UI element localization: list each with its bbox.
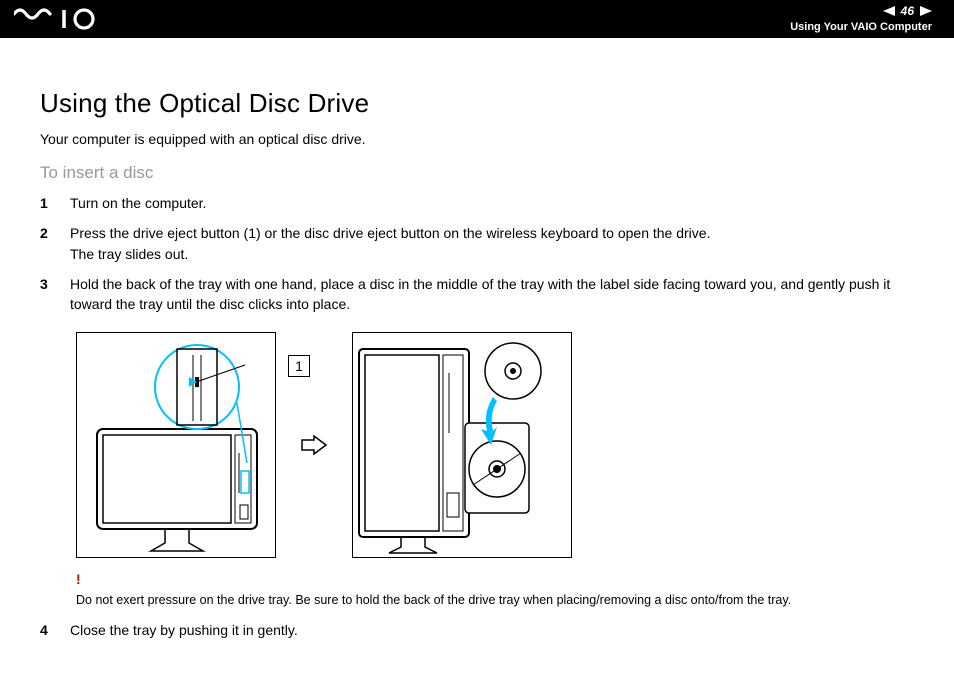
illustration-2 bbox=[352, 332, 572, 558]
step-line: Press the drive eject button (1) or the … bbox=[70, 225, 710, 241]
step-text: Turn on the computer. bbox=[70, 193, 914, 213]
steps-list-cont: 4 Close the tray by pushing it in gently… bbox=[40, 620, 914, 640]
step-1: 1 Turn on the computer. bbox=[40, 193, 914, 213]
caution-note: ! Do not exert pressure on the drive tra… bbox=[76, 570, 914, 609]
step-text: Close the tray by pushing it in gently. bbox=[70, 620, 914, 640]
page-title: Using the Optical Disc Drive bbox=[40, 88, 914, 119]
caution-icon: ! bbox=[76, 570, 914, 590]
subheading: To insert a disc bbox=[40, 163, 914, 183]
header-bar: 46 Using Your VAIO Computer bbox=[0, 0, 954, 38]
intro-text: Your computer is equipped with an optica… bbox=[40, 131, 914, 147]
nav-next-arrow[interactable] bbox=[920, 6, 932, 16]
step-number: 3 bbox=[40, 274, 70, 294]
illustration-row: 1 bbox=[76, 332, 914, 558]
arrow-icon bbox=[300, 434, 328, 456]
illustration-1: 1 bbox=[76, 332, 276, 558]
callout-label: 1 bbox=[288, 355, 310, 377]
caution-text: Do not exert pressure on the drive tray.… bbox=[76, 593, 791, 607]
step-2: 2 Press the drive eject button (1) or th… bbox=[40, 223, 914, 264]
step-3: 3 Hold the back of the tray with one han… bbox=[40, 274, 914, 315]
vaio-logo bbox=[14, 7, 106, 31]
header-nav: 46 Using Your VAIO Computer bbox=[790, 4, 932, 34]
step-text: Hold the back of the tray with one hand,… bbox=[70, 274, 914, 315]
step-text: Press the drive eject button (1) or the … bbox=[70, 223, 914, 264]
section-label: Using Your VAIO Computer bbox=[790, 21, 932, 34]
page-content: Using the Optical Disc Drive Your comput… bbox=[0, 38, 954, 670]
step-number: 4 bbox=[40, 620, 70, 640]
step-4: 4 Close the tray by pushing it in gently… bbox=[40, 620, 914, 640]
step-number: 1 bbox=[40, 193, 70, 213]
steps-list: 1 Turn on the computer. 2 Press the driv… bbox=[40, 193, 914, 314]
page-number: 46 bbox=[901, 4, 914, 18]
nav-prev-arrow[interactable] bbox=[883, 6, 895, 16]
step-line: The tray slides out. bbox=[70, 246, 188, 262]
step-number: 2 bbox=[40, 223, 70, 243]
